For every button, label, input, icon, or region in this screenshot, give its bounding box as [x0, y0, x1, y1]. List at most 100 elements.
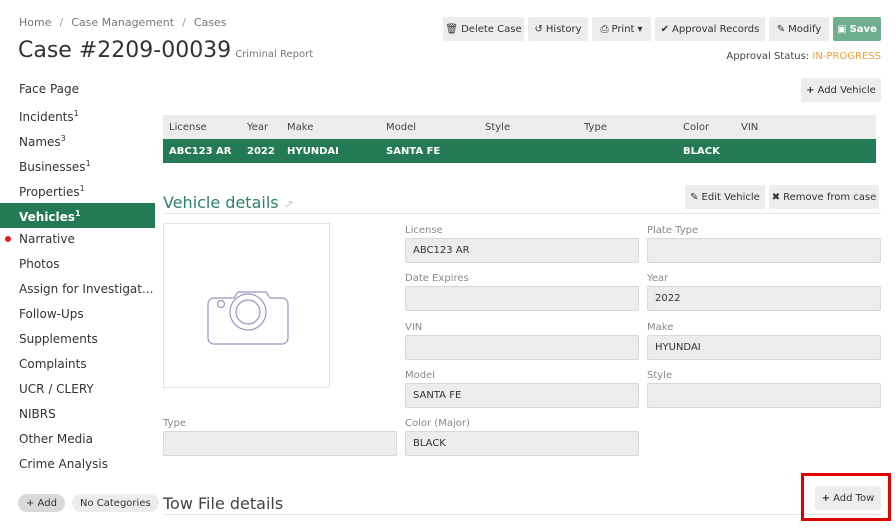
- history-label: History: [545, 23, 582, 35]
- sidebar-item-label: Crime Analysis: [19, 457, 108, 471]
- col-make: Make: [281, 115, 380, 139]
- divider: [163, 213, 881, 214]
- sidebar: Face Page Incidents1 Names3 Businesses1 Prop…: [0, 78, 155, 478]
- breadcrumb-cases[interactable]: Cases: [194, 16, 227, 29]
- sidebar-item-businesses[interactable]: Businesses1: [0, 153, 155, 178]
- vehicle-photo-placeholder[interactable]: [163, 223, 330, 388]
- cell-make: HYUNDAI: [281, 139, 380, 163]
- add-vehicle-button[interactable]: + Add Vehicle: [801, 78, 881, 102]
- add-tow-button[interactable]: + Add Tow: [815, 486, 881, 510]
- sidebar-item-count: 1: [85, 159, 91, 168]
- add-category-button[interactable]: + Add: [18, 494, 65, 512]
- license-label: License: [405, 225, 443, 236]
- sidebar-item-ucr-clery[interactable]: UCR / CLERY: [0, 378, 155, 403]
- history-button[interactable]: ↺ History: [528, 17, 588, 41]
- alert-dot-icon: [5, 236, 11, 242]
- year-label: Year: [647, 273, 669, 284]
- breadcrumb: Home / Case Management / Cases: [19, 16, 227, 29]
- sidebar-item-label: Vehicles: [19, 210, 75, 224]
- cell-model: SANTA FE: [380, 139, 479, 163]
- sidebar-item-properties[interactable]: Properties1: [0, 178, 155, 203]
- sidebar-item-crime-analysis[interactable]: Crime Analysis: [0, 453, 155, 478]
- color-field[interactable]: BLACK: [405, 431, 639, 456]
- edit-icon: ✎: [776, 23, 786, 35]
- sidebar-item-label: Face Page: [19, 82, 79, 96]
- delete-label: Delete Case: [461, 23, 522, 35]
- license-field[interactable]: ABC123 AR: [405, 238, 639, 263]
- plate-type-label: Plate Type: [647, 225, 699, 236]
- floppy-icon: ▣: [837, 23, 847, 35]
- check-icon: ✔: [660, 23, 670, 35]
- delete-case-button[interactable]: 🗑 Delete Case: [443, 17, 524, 41]
- year-field[interactable]: 2022: [647, 286, 881, 311]
- sidebar-item-vehicles[interactable]: Vehicles1: [0, 203, 155, 228]
- print-button[interactable]: ⎙ Print ▾: [592, 17, 651, 41]
- edit-vehicle-button[interactable]: ✎ Edit Vehicle: [685, 185, 765, 209]
- sidebar-item-label: Assign for Investigat...: [19, 282, 154, 296]
- col-type: Type: [578, 115, 677, 139]
- sidebar-item-nibrs[interactable]: NIBRS: [0, 403, 155, 428]
- sidebar-item-label: Follow-Ups: [19, 307, 84, 321]
- sidebar-item-label: Incidents: [19, 110, 74, 124]
- plate-type-field[interactable]: [647, 238, 881, 263]
- save-button[interactable]: ▣ Save: [833, 17, 881, 41]
- times-icon: ✖: [771, 191, 781, 203]
- modify-button[interactable]: ✎ Modify: [769, 17, 829, 41]
- sidebar-item-other-media[interactable]: Other Media: [0, 428, 155, 453]
- cell-type: [578, 139, 677, 163]
- sidebar-item-assign-for-investigat[interactable]: Assign for Investigat...: [0, 278, 155, 303]
- cell-style: [479, 139, 578, 163]
- save-label: Save: [849, 23, 877, 35]
- vehicle-details-title: Vehicle details: [163, 193, 279, 212]
- vin-field[interactable]: [405, 335, 639, 360]
- sidebar-item-photos[interactable]: Photos: [0, 253, 155, 278]
- pencil-icon: ✎: [690, 191, 699, 203]
- table-row[interactable]: ABC123 AR 2022 HYUNDAI SANTA FE BLACK: [163, 139, 876, 163]
- edit-vehicle-label: Edit Vehicle: [701, 191, 760, 203]
- external-link-icon[interactable]: ↗: [284, 197, 294, 211]
- sidebar-item-label: Supplements: [19, 332, 98, 346]
- cell-color: BLACK: [677, 139, 735, 163]
- date-expires-field[interactable]: [405, 286, 639, 311]
- make-field[interactable]: HYUNDAI: [647, 335, 881, 360]
- table-header-row: License Year Make Model Style Type Color…: [163, 115, 876, 139]
- type-field[interactable]: [163, 431, 397, 456]
- sidebar-item-label: Narrative: [19, 232, 75, 246]
- history-icon: ↺: [534, 23, 543, 35]
- sidebar-item-label: UCR / CLERY: [19, 382, 94, 396]
- tow-file-heading: Tow File details: [163, 494, 284, 513]
- approval-label: Approval Records: [672, 23, 760, 35]
- remove-from-case-button[interactable]: ✖ Remove from case: [769, 185, 879, 209]
- make-label: Make: [647, 322, 674, 333]
- sidebar-item-incidents[interactable]: Incidents1: [0, 103, 155, 128]
- sidebar-item-narrative[interactable]: Narrative: [0, 228, 155, 253]
- sidebar-item-label: Photos: [19, 257, 60, 271]
- sidebar-item-count: 3: [60, 134, 66, 143]
- vehicle-details-heading: Vehicle details ↗: [163, 193, 294, 212]
- breadcrumb-case-management[interactable]: Case Management: [71, 16, 174, 29]
- sidebar-item-supplements[interactable]: Supplements: [0, 328, 155, 353]
- case-type: Criminal Report: [235, 49, 314, 60]
- breadcrumb-home[interactable]: Home: [19, 16, 51, 29]
- sidebar-item-complaints[interactable]: Complaints: [0, 353, 155, 378]
- col-color: Color: [677, 115, 735, 139]
- vehicles-table: License Year Make Model Style Type Color…: [163, 115, 876, 163]
- date-expires-label: Date Expires: [405, 273, 469, 284]
- col-vin: VIN: [735, 115, 876, 139]
- categories-button[interactable]: No Categories: [72, 494, 159, 512]
- style-field[interactable]: [647, 383, 881, 408]
- sidebar-item-face-page[interactable]: Face Page: [0, 78, 155, 103]
- sidebar-item-names[interactable]: Names3: [0, 128, 155, 153]
- caret-down-icon: ▾: [637, 23, 643, 35]
- col-year: Year: [241, 115, 281, 139]
- sidebar-item-label: Names: [19, 135, 61, 149]
- cell-year: 2022: [241, 139, 281, 163]
- plus-icon: +: [806, 84, 815, 96]
- model-field[interactable]: SANTA FE: [405, 383, 639, 408]
- sidebar-item-count: 1: [74, 209, 81, 218]
- cell-license: ABC123 AR: [163, 139, 241, 163]
- sidebar-item-follow-ups[interactable]: Follow-Ups: [0, 303, 155, 328]
- trash-icon: 🗑: [445, 23, 459, 35]
- cell-vin: [735, 139, 876, 163]
- approval-records-button[interactable]: ✔ Approval Records: [655, 17, 765, 41]
